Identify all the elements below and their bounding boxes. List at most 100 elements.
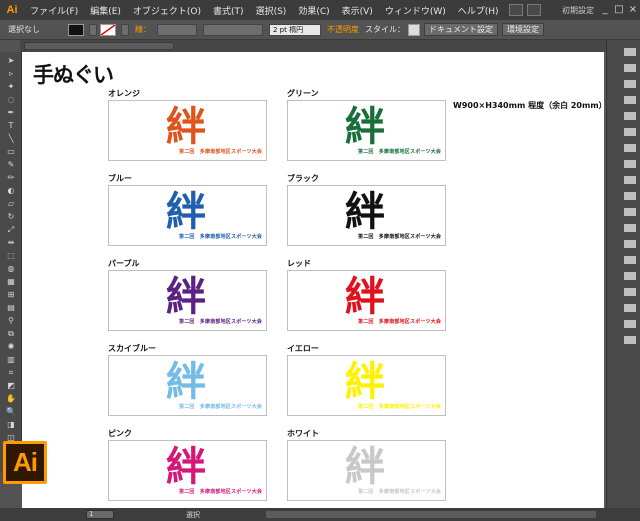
artboard-tool-icon[interactable]: ⌗: [5, 369, 17, 377]
fill-swatch[interactable]: [68, 23, 84, 36]
document-setup-button[interactable]: ドキュメント設定: [424, 23, 498, 36]
arrange-documents-icon[interactable]: [526, 4, 541, 16]
status-text: 選択: [186, 510, 200, 519]
direct-selection-tool-icon[interactable]: ▹: [5, 70, 17, 78]
lasso-tool-icon[interactable]: ◌: [5, 96, 17, 104]
pencil-tool-icon[interactable]: ✏: [5, 174, 17, 182]
fill-dropdown[interactable]: [89, 23, 97, 36]
paragraph-panel-icon[interactable]: [624, 320, 636, 328]
stroke-swatch[interactable]: [100, 23, 116, 36]
shape-builder-tool-icon[interactable]: ◍: [5, 265, 17, 273]
symbol-sprayer-tool-icon[interactable]: ✺: [5, 343, 17, 351]
tenugui-card-blue[interactable]: 絆 第二回 多摩南部地区スポーツ大会: [108, 185, 267, 246]
free-transform-tool-icon[interactable]: ⬚: [5, 252, 17, 260]
menu-window[interactable]: ウィンドウ(W): [379, 4, 452, 17]
opacity-label[interactable]: 不透明度: [327, 24, 359, 35]
artboard[interactable]: 手ぬぐい W900×H340mm 程度（余白 20mm） オレンジ 絆 第二回 …: [22, 52, 604, 508]
stroke-label[interactable]: 線：: [135, 24, 151, 35]
horizontal-scrollbar[interactable]: [266, 511, 596, 518]
zoom-tool-icon[interactable]: 🔍: [5, 408, 17, 416]
menu-help[interactable]: ヘルプ(H): [452, 4, 505, 17]
menu-bar: Ai ファイル(F) 編集(E) オブジェクト(O) 書式(T) 選択(S) 効…: [0, 0, 640, 20]
menu-file[interactable]: ファイル(F): [24, 4, 84, 17]
artboards-panel-icon[interactable]: [624, 272, 636, 280]
menu-type[interactable]: 書式(T): [207, 4, 250, 17]
artboard-navigation-field[interactable]: 1: [86, 510, 114, 519]
color-guide-panel-icon[interactable]: [624, 64, 636, 72]
eraser-tool-icon[interactable]: ▱: [5, 200, 17, 208]
gradient-panel-icon[interactable]: [624, 160, 636, 168]
type-tool-icon[interactable]: T: [5, 122, 17, 130]
paintbrush-tool-icon[interactable]: ✎: [5, 161, 17, 169]
minimize-icon[interactable]: _: [598, 3, 612, 17]
pathfinder-panel-icon[interactable]: [624, 224, 636, 232]
stroke-dropdown[interactable]: [121, 23, 129, 36]
menu-select[interactable]: 選択(S): [250, 4, 293, 17]
kanji-text: 絆: [345, 443, 385, 490]
brush-definition[interactable]: 2 pt 楕円: [269, 23, 321, 36]
card-label-red: レッド: [287, 259, 311, 268]
tenugui-card-yellow[interactable]: 絆 第二回 多摩南部地区スポーツ大会: [287, 355, 446, 416]
appearance-panel-icon[interactable]: [624, 192, 636, 200]
stroke-weight-field[interactable]: [157, 23, 197, 36]
event-text: 第二回 多摩南部地区スポーツ大会: [179, 319, 263, 325]
maximize-icon[interactable]: □: [612, 3, 626, 17]
menu-effect[interactable]: 効果(C): [292, 4, 335, 17]
graphic-style-swatch[interactable]: [408, 23, 420, 36]
preferences-button[interactable]: 環境設定: [502, 23, 544, 36]
swatches-panel-icon[interactable]: [624, 80, 636, 88]
column-graph-tool-icon[interactable]: ▥: [5, 356, 17, 364]
bridge-icon[interactable]: [508, 4, 523, 16]
transform-panel-icon[interactable]: [624, 240, 636, 248]
hand-tool-icon[interactable]: ✋: [5, 395, 17, 403]
scale-tool-icon[interactable]: ⤢: [5, 226, 17, 234]
slice-tool-icon[interactable]: ◩: [5, 382, 17, 390]
graphic-styles-panel-icon[interactable]: [624, 128, 636, 136]
kanji-text: 絆: [166, 358, 206, 405]
close-icon[interactable]: ×: [626, 3, 640, 17]
character-panel-icon[interactable]: [624, 304, 636, 312]
opentype-panel-icon[interactable]: [624, 336, 636, 344]
card-label-purple: パープル: [108, 259, 140, 268]
menu-edit[interactable]: 編集(E): [84, 4, 127, 17]
menu-object[interactable]: オブジェクト(O): [127, 4, 207, 17]
stroke-panel-icon[interactable]: [624, 144, 636, 152]
blob-brush-tool-icon[interactable]: ◐: [5, 187, 17, 195]
links-panel-icon[interactable]: [624, 288, 636, 296]
perspective-grid-tool-icon[interactable]: ▦: [5, 278, 17, 286]
rotate-tool-icon[interactable]: ↻: [5, 213, 17, 221]
align-panel-icon[interactable]: [624, 208, 636, 216]
magic-wand-tool-icon[interactable]: ✦: [5, 83, 17, 91]
layers-panel-icon[interactable]: [624, 256, 636, 264]
variable-width-profile[interactable]: [203, 23, 263, 36]
width-tool-icon[interactable]: ⇹: [5, 239, 17, 247]
tenugui-card-white[interactable]: 絆 第二回 多摩南部地区スポーツ大会: [287, 440, 446, 501]
tenugui-card-orange[interactable]: 絆 第二回 多摩南部地区スポーツ大会: [108, 100, 267, 161]
tenugui-card-green[interactable]: 絆 第二回 多摩南部地区スポーツ大会: [287, 100, 446, 161]
brushes-panel-icon[interactable]: [624, 96, 636, 104]
eyedropper-tool-icon[interactable]: ⚲: [5, 317, 17, 325]
blend-tool-icon[interactable]: ⧉: [5, 330, 17, 338]
workspace-switcher[interactable]: 初期設定: [558, 5, 598, 16]
color-panel-icon[interactable]: [624, 48, 636, 56]
tenugui-card-purple[interactable]: 絆 第二回 多摩南部地区スポーツ大会: [108, 270, 267, 331]
tenugui-card-sky-blue[interactable]: 絆 第二回 多摩南部地区スポーツ大会: [108, 355, 267, 416]
card-label-black: ブラック: [287, 174, 319, 183]
kanji-text: 絆: [166, 273, 206, 320]
app-logo-icon: Ai: [6, 4, 18, 16]
tenugui-card-pink[interactable]: 絆 第二回 多摩南部地区スポーツ大会: [108, 440, 267, 501]
pen-tool-icon[interactable]: ✒: [5, 109, 17, 117]
transparency-panel-icon[interactable]: [624, 176, 636, 184]
symbols-panel-icon[interactable]: [624, 112, 636, 120]
line-tool-icon[interactable]: ╲: [5, 135, 17, 143]
fill-stroke-icon[interactable]: ◨: [5, 421, 17, 429]
selection-tool-icon[interactable]: ➤: [5, 57, 17, 65]
no-stroke-icon: [101, 24, 115, 35]
tenugui-card-black[interactable]: 絆 第二回 多摩南部地区スポーツ大会: [287, 185, 446, 246]
document-tab[interactable]: [24, 42, 174, 50]
mesh-tool-icon[interactable]: ⊞: [5, 291, 17, 299]
gradient-tool-icon[interactable]: ▤: [5, 304, 17, 312]
menu-view[interactable]: 表示(V): [336, 4, 379, 17]
tenugui-card-red[interactable]: 絆 第二回 多摩南部地区スポーツ大会: [287, 270, 446, 331]
rectangle-tool-icon[interactable]: ▭: [5, 148, 17, 156]
